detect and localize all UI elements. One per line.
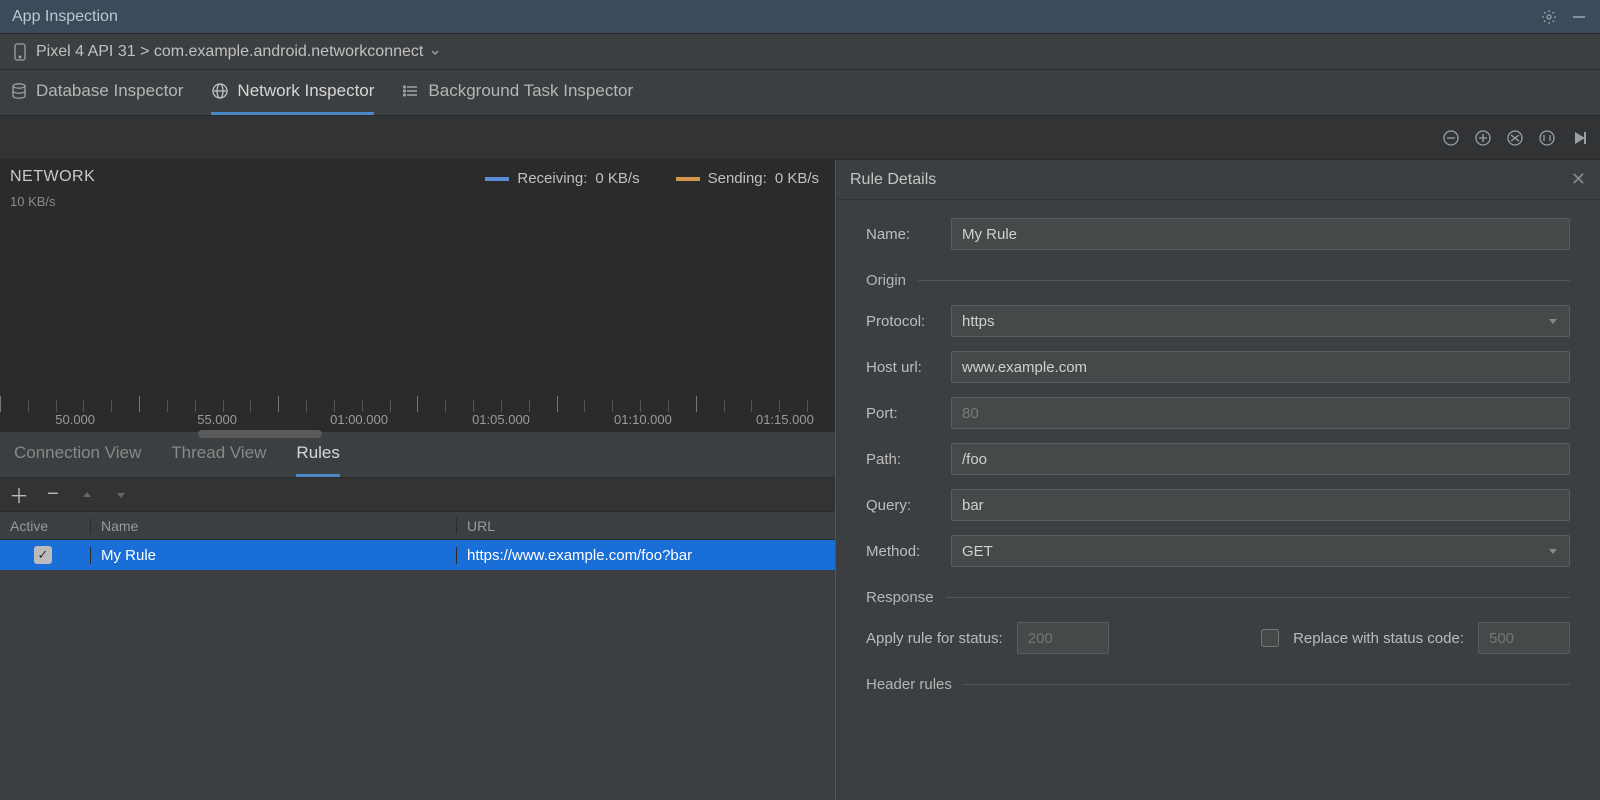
protocol-label: Protocol: (866, 313, 951, 330)
globe-icon (211, 82, 229, 100)
col-header-url[interactable]: URL (456, 518, 835, 534)
network-chart: NETWORK Receiving: 0 KB/s Sending: 0 KB/… (0, 160, 835, 432)
title-bar: App Inspection (0, 0, 1600, 34)
apply-status-input[interactable] (1017, 622, 1109, 654)
section-header-rules-label: Header rules (866, 676, 952, 693)
chart-y-label: 10 KB/s (10, 194, 56, 209)
zoom-out-icon[interactable] (1440, 127, 1462, 149)
replace-status-input[interactable] (1478, 622, 1570, 654)
zoom-reset-icon[interactable] (1504, 127, 1526, 149)
close-icon[interactable]: ✕ (1571, 169, 1586, 190)
tool-window-title: App Inspection (12, 8, 1540, 26)
breadcrumb[interactable]: Pixel 4 API 31 > com.example.android.net… (36, 43, 423, 61)
col-header-active[interactable]: Active (0, 518, 90, 534)
method-select[interactable]: GET (951, 535, 1570, 567)
gear-icon[interactable] (1540, 8, 1558, 26)
rules-toolbar: ＋ − (0, 478, 835, 512)
tab-label: Database Inspector (36, 81, 183, 101)
tab-database-inspector[interactable]: Database Inspector (10, 70, 183, 115)
chart-ticks (0, 400, 835, 412)
query-label: Query: (866, 497, 951, 514)
chart-tick-labels: 50.000 55.000 01:00.000 01:05.000 01:10.… (0, 412, 835, 430)
query-input[interactable] (951, 489, 1570, 521)
replace-status-checkbox[interactable] (1261, 629, 1279, 647)
host-input[interactable] (951, 351, 1570, 383)
chart-legend: Receiving: 0 KB/s Sending: 0 KB/s (485, 170, 819, 187)
tab-connection-view[interactable]: Connection View (14, 432, 141, 477)
chevron-down-icon[interactable] (429, 46, 441, 58)
tab-network-inspector[interactable]: Network Inspector (211, 70, 374, 115)
legend-swatch-receiving (485, 177, 509, 181)
zoom-fit-icon[interactable] (1536, 127, 1558, 149)
sub-tabs: Connection View Thread View Rules (0, 432, 835, 478)
breadcrumb-row: Pixel 4 API 31 > com.example.android.net… (0, 34, 1600, 70)
method-label: Method: (866, 543, 951, 560)
zoom-in-icon[interactable] (1472, 127, 1494, 149)
tab-label: Background Task Inspector (428, 81, 633, 101)
port-label: Port: (866, 405, 951, 422)
device-icon (12, 43, 28, 61)
path-input[interactable] (951, 443, 1570, 475)
host-label: Host url: (866, 359, 951, 376)
remove-rule-button[interactable]: − (44, 483, 62, 506)
protocol-select[interactable]: https (951, 305, 1570, 337)
replace-status-label: Replace with status code: (1293, 630, 1464, 647)
move-down-button[interactable] (112, 489, 130, 501)
legend-receiving: Receiving: 0 KB/s (485, 170, 639, 187)
legend-swatch-sending (676, 177, 700, 181)
rule-details-pane: Rule Details ✕ Name: Origin Protocol: ht… (836, 160, 1600, 800)
path-label: Path: (866, 451, 951, 468)
timeline-scrollbar-thumb[interactable] (198, 430, 322, 438)
left-pane: NETWORK Receiving: 0 KB/s Sending: 0 KB/… (0, 160, 836, 800)
name-input[interactable] (951, 218, 1570, 250)
rule-active-checkbox[interactable]: ✓ (34, 546, 52, 564)
details-title: Rule Details (850, 171, 1571, 189)
add-rule-button[interactable]: ＋ (10, 480, 28, 509)
apply-status-label: Apply rule for status: (866, 630, 1003, 647)
tab-background-task-inspector[interactable]: Background Task Inspector (402, 70, 633, 115)
list-icon (402, 82, 420, 100)
section-response-label: Response (866, 589, 934, 606)
move-up-button[interactable] (78, 489, 96, 501)
rules-table-header: Active Name URL (0, 512, 835, 540)
table-row[interactable]: ✓ My Rule https://www.example.com/foo?ba… (0, 540, 835, 570)
rule-name-cell: My Rule (90, 547, 456, 564)
port-input[interactable] (951, 397, 1570, 429)
section-origin-label: Origin (866, 272, 906, 289)
name-label: Name: (866, 226, 951, 243)
legend-sending: Sending: 0 KB/s (676, 170, 819, 187)
chart-title: NETWORK (10, 168, 95, 186)
col-header-name[interactable]: Name (90, 518, 456, 534)
inspector-tabs: Database Inspector Network Inspector Bac… (0, 70, 1600, 116)
rules-table: Active Name URL ✓ My Rule https://www.ex… (0, 512, 835, 800)
network-toolbar (0, 116, 1600, 160)
database-icon (10, 82, 28, 100)
minimize-icon[interactable] (1570, 8, 1588, 26)
tab-rules[interactable]: Rules (296, 432, 339, 477)
details-header: Rule Details ✕ (836, 160, 1600, 200)
go-live-icon[interactable] (1568, 127, 1590, 149)
tab-thread-view[interactable]: Thread View (171, 432, 266, 477)
tab-label: Network Inspector (237, 81, 374, 101)
rule-url-cell: https://www.example.com/foo?bar (456, 547, 835, 564)
